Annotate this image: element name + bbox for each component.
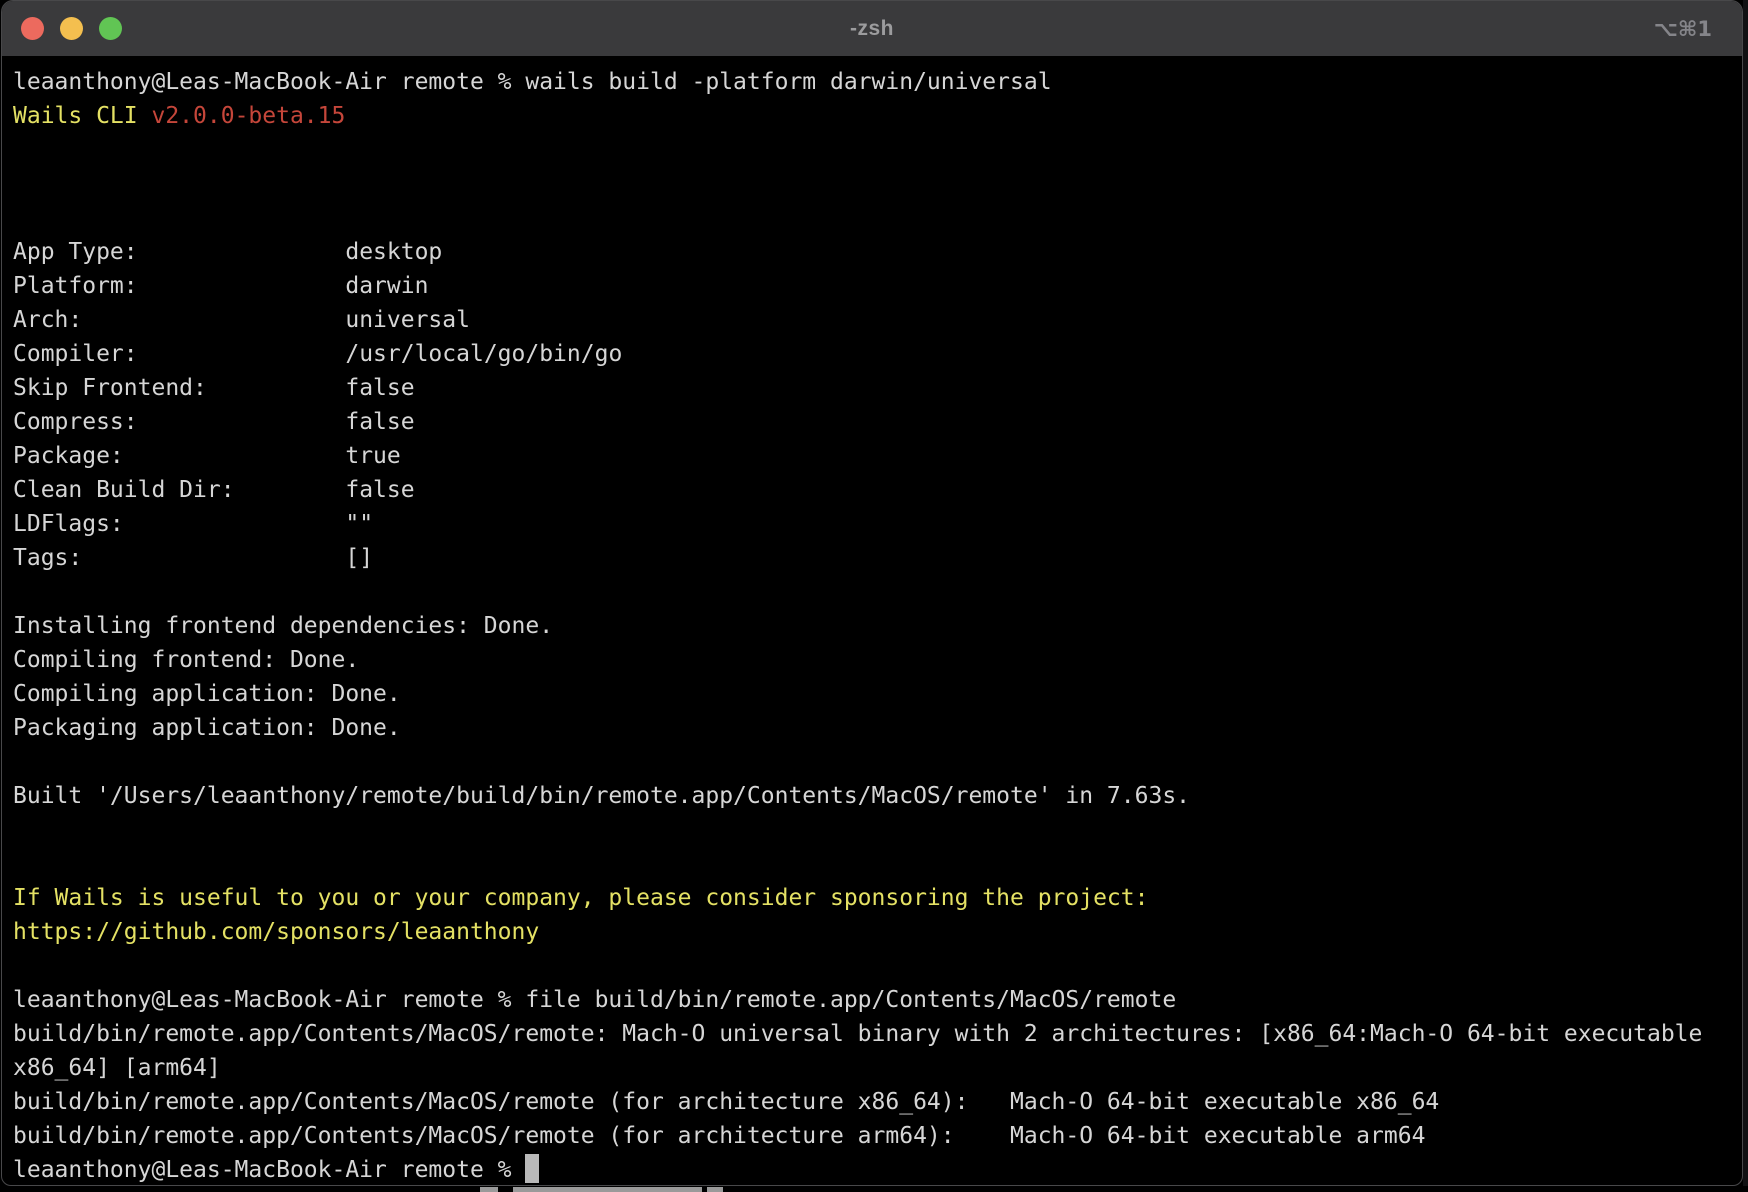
build-option-value: desktop [345, 239, 442, 265]
terminal-line: build/bin/remote.app/Contents/MacOS/remo… [13, 1017, 1731, 1051]
terminal-text-segment: build/bin/remote.app/Contents/MacOS/remo… [13, 1021, 1702, 1047]
terminal-line: Packaging application: Done. [13, 711, 1731, 745]
terminal-text-segment: x86_64] [arm64] [13, 1055, 221, 1081]
background-window-fragment [707, 1187, 723, 1192]
terminal-line: x86_64] [arm64] [13, 1051, 1731, 1085]
terminal-text-segment: build/bin/remote.app/Contents/MacOS/remo… [13, 1089, 1439, 1115]
build-option-value: false [345, 409, 414, 435]
terminal-line: build/bin/remote.app/Contents/MacOS/remo… [13, 1119, 1731, 1153]
terminal-text-segment: build/bin/remote.app/Contents/MacOS/remo… [13, 1123, 1425, 1149]
terminal-window: -zsh ⌥⌘1 leaanthony@Leas-MacBook-Air rem… [1, 0, 1743, 1186]
terminal-line: Arch: universal [13, 303, 1731, 337]
terminal-line: Wails CLI v2.0.0-beta.15 [13, 99, 1731, 133]
terminal-line: Tags: [] [13, 541, 1731, 575]
terminal-text-segment: https://github.com/sponsors/leaanthony [13, 919, 539, 945]
terminal-line: Platform: darwin [13, 269, 1731, 303]
build-option-label: Tags: [13, 545, 345, 571]
terminal-line [13, 201, 1731, 235]
terminal-text-segment: leaanthony@Leas-MacBook-Air remote % [13, 1157, 525, 1183]
title-bar[interactable]: -zsh ⌥⌘1 [2, 1, 1742, 56]
zoom-button[interactable] [99, 17, 122, 40]
terminal-text-segment: leaanthony@Leas-MacBook-Air remote % wai… [13, 69, 1052, 95]
build-option-label: Clean Build Dir: [13, 477, 345, 503]
build-option-value: [] [345, 545, 373, 571]
terminal-line: Installing frontend dependencies: Done. [13, 609, 1731, 643]
terminal-line: Compiler: /usr/local/go/bin/go [13, 337, 1731, 371]
terminal-line: leaanthony@Leas-MacBook-Air remote % wai… [13, 65, 1731, 99]
terminal-text-segment: If Wails is useful to you or your compan… [13, 885, 1148, 911]
terminal-text-segment: v2.0.0-beta.15 [151, 103, 345, 129]
terminal-output[interactable]: leaanthony@Leas-MacBook-Air remote % wai… [2, 56, 1742, 1186]
terminal-line: Package: true [13, 439, 1731, 473]
terminal-line [13, 167, 1731, 201]
background-window-sliver [0, 1186, 1748, 1192]
minimize-button[interactable] [60, 17, 83, 40]
background-window-right-sliver [1743, 0, 1748, 1192]
terminal-line: build/bin/remote.app/Contents/MacOS/remo… [13, 1085, 1731, 1119]
close-button[interactable] [21, 17, 44, 40]
build-option-value: "" [345, 511, 373, 537]
terminal-text-segment: Compiling frontend: Done. [13, 647, 359, 673]
build-option-label: Platform: [13, 273, 345, 299]
terminal-line [13, 813, 1731, 847]
build-option-value: true [345, 443, 400, 469]
cursor-block [525, 1154, 539, 1183]
terminal-line [13, 949, 1731, 983]
build-option-label: Arch: [13, 307, 345, 333]
build-option-label: Compiler: [13, 341, 345, 367]
terminal-line: App Type: desktop [13, 235, 1731, 269]
build-option-label: Compress: [13, 409, 345, 435]
traffic-lights [2, 17, 122, 40]
terminal-line: https://github.com/sponsors/leaanthony [13, 915, 1731, 949]
build-option-label: App Type: [13, 239, 345, 265]
background-window-fragment [513, 1187, 702, 1192]
build-option-label: LDFlags: [13, 511, 345, 537]
terminal-line: Built '/Users/leaanthony/remote/build/bi… [13, 779, 1731, 813]
terminal-line: leaanthony@Leas-MacBook-Air remote % fil… [13, 983, 1731, 1017]
terminal-text-segment: Built '/Users/leaanthony/remote/build/bi… [13, 783, 1190, 809]
terminal-text-segment: Compiling application: Done. [13, 681, 401, 707]
screen: { "window": { "title": "-zsh", "shortcut… [0, 0, 1748, 1192]
terminal-line: If Wails is useful to you or your compan… [13, 881, 1731, 915]
build-option-value: /usr/local/go/bin/go [345, 341, 622, 367]
terminal-text-segment: leaanthony@Leas-MacBook-Air remote % fil… [13, 987, 1176, 1013]
build-option-value: false [345, 477, 414, 503]
terminal-line: Compiling application: Done. [13, 677, 1731, 711]
terminal-line: LDFlags: "" [13, 507, 1731, 541]
terminal-line: Compiling frontend: Done. [13, 643, 1731, 677]
build-option-value: universal [345, 307, 470, 333]
build-option-label: Package: [13, 443, 345, 469]
terminal-text-segment: Installing frontend dependencies: Done. [13, 613, 553, 639]
build-option-label: Skip Frontend: [13, 375, 345, 401]
window-shortcut-badge: ⌥⌘1 [1654, 17, 1712, 41]
terminal-line: Clean Build Dir: false [13, 473, 1731, 507]
terminal-line: leaanthony@Leas-MacBook-Air remote % [13, 1153, 1731, 1186]
terminal-text-segment: Packaging application: Done. [13, 715, 401, 741]
terminal-text-segment: Wails CLI [13, 103, 151, 129]
terminal-line: Compress: false [13, 405, 1731, 439]
terminal-line [13, 847, 1731, 881]
build-option-value: false [345, 375, 414, 401]
terminal-line [13, 575, 1731, 609]
terminal-line: Skip Frontend: false [13, 371, 1731, 405]
terminal-line [13, 133, 1731, 167]
background-window-fragment [480, 1187, 498, 1192]
terminal-line [13, 745, 1731, 779]
window-title: -zsh [850, 17, 894, 41]
build-option-value: darwin [345, 273, 428, 299]
